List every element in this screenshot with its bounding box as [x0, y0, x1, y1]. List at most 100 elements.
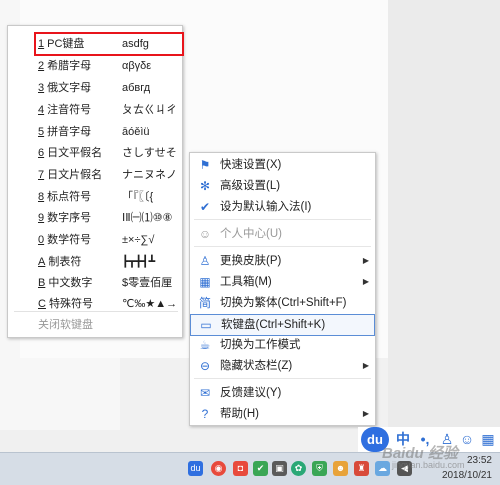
app-tray-icon[interactable]: ◘ — [233, 461, 248, 476]
ime-menu-item[interactable]: ⚑ 快速设置(X) — [190, 155, 375, 175]
leaf-tray-icon[interactable]: ✿ — [291, 461, 306, 476]
soft-keyboard-item[interactable]: 7 日文片假名 ナニヌネノ — [38, 166, 178, 184]
toolbox-icon[interactable]: ▦ — [479, 430, 497, 448]
ime-menu-item[interactable]: ♙ 更换皮肤(P) ▶ — [190, 251, 375, 271]
menu-separator — [14, 311, 178, 312]
flag-icon: ⚑ — [199, 158, 211, 172]
soft-keyboard-item[interactable]: 4 注音符号 ㄆㄊㄍㄐㄔ — [38, 101, 178, 119]
ime-menu-label: 个人中心(U) — [220, 228, 282, 240]
ime-menu-label: 更换皮肤(P) — [220, 255, 282, 267]
menu-separator — [194, 246, 371, 247]
network-tray-icon[interactable]: ☁ — [375, 461, 390, 476]
item-number: 3 — [38, 82, 45, 94]
keyboard-icon: ▭ — [200, 318, 212, 332]
submenu-arrow-icon: ▶ — [362, 409, 369, 418]
ime-menu-label: 隐藏状态栏(Z) — [220, 360, 293, 372]
clock-time[interactable]: 23:52 — [467, 455, 492, 466]
clock-date[interactable]: 2018/10/21 — [442, 470, 492, 481]
item-label: 标点符号 — [47, 191, 92, 203]
soft-keyboard-menu: 1 PC键盘 asdfg 2 希腊字母 αβγδε 3 俄文字母 абвгд 4 注音符号 ㄆㄊㄍㄐㄔ… — [7, 25, 184, 338]
weibo-tray-icon[interactable]: ◉ — [211, 461, 226, 476]
soft-keyboard-item[interactable]: B 中文数字 $零壹佰厘 — [38, 274, 178, 292]
ime-menu-item[interactable]: ▦ 工具箱(M) ▶ — [190, 272, 375, 292]
shield-tray-icon[interactable]: ✔ — [253, 461, 268, 476]
item-label: 日文平假名 — [47, 147, 103, 159]
item-number: A — [38, 256, 46, 268]
item-number: 7 — [38, 169, 45, 181]
item-label: 数字序号 — [47, 212, 92, 224]
item-label: 注音符号 — [47, 104, 92, 116]
ime-menu-item[interactable]: ▭ 软键盘(Ctrl+Shift+K) — [190, 314, 375, 336]
item-label: 俄文字母 — [47, 82, 92, 94]
item-sample: ±×÷∑√ — [122, 234, 155, 246]
item-label: 中文数字 — [48, 277, 93, 289]
check-circle-icon: ✔ — [199, 200, 211, 214]
soft-keyboard-item[interactable]: 6 日文平假名 さしすせそ — [38, 144, 178, 162]
help-icon: ? — [201, 407, 209, 421]
soft-keyboard-item[interactable]: 5 拼音字母 āóěìü — [38, 123, 178, 141]
ime-context-menu: ⚑ 快速设置(X) ✻ 高级设置(L) ✔ 设为默认输入法(I) ☺ 个人中心(U) ♙ 更换皮肤… — [189, 152, 376, 426]
cup-icon: ☕ — [199, 338, 211, 352]
item-number: 4 — [38, 104, 45, 116]
item-label: 希腊字母 — [47, 60, 92, 72]
item-sample: $零壹佰厘 — [122, 277, 173, 289]
ime-menu-item[interactable]: ✉ 反馈建议(Y) — [190, 383, 375, 403]
item-sample: абвгд — [122, 82, 151, 94]
security-tray-icon[interactable]: ⛨ — [312, 461, 327, 476]
item-label: 制表符 — [48, 256, 82, 268]
ime-menu-label: 高级设置(L) — [220, 180, 281, 192]
item-number: 2 — [38, 60, 45, 72]
ime-menu-item[interactable]: ✻ 高级设置(L) — [190, 176, 375, 196]
ime-menu-label: 软键盘(Ctrl+Shift+K) — [221, 319, 326, 331]
mascot-tray-icon[interactable]: ☻ — [333, 461, 348, 476]
submenu-arrow-icon: ▶ — [362, 277, 369, 286]
feedback-icon: ✉ — [199, 386, 211, 400]
item-sample: asdfg — [122, 38, 149, 50]
background-strip — [388, 0, 500, 432]
item-sample: ㄆㄊㄍㄐㄔ — [122, 104, 177, 116]
soft-keyboard-item[interactable]: 1 PC键盘 asdfg — [38, 35, 178, 53]
submenu-arrow-icon: ▶ — [362, 256, 369, 265]
item-number: 9 — [38, 212, 45, 224]
soft-keyboard-item[interactable]: 8 标点符号 「『〖〔{ — [38, 188, 178, 206]
soft-keyboard-item[interactable]: 9 数字序号 ⅠⅡ㈠⑴⑩⑧ — [38, 209, 178, 227]
game-tray-icon[interactable]: ♜ — [354, 461, 369, 476]
ime-menu-item[interactable]: ☕ 切换为工作模式 — [190, 335, 375, 355]
item-number: B — [38, 277, 46, 289]
app2-tray-icon[interactable]: ▣ — [272, 461, 287, 476]
ime-menu-label: 快速设置(X) — [220, 159, 282, 171]
item-sample: ナニヌネノ — [122, 169, 177, 181]
item-number: 1 — [38, 38, 45, 50]
item-number: C — [38, 298, 46, 310]
soft-keyboard-item[interactable]: 0 数学符号 ±×÷∑√ — [38, 231, 178, 249]
ime-menu-label: 切换为繁体(Ctrl+Shift+F) — [220, 297, 347, 309]
gear-icon: ✻ — [199, 179, 211, 193]
ime-menu-item[interactable]: ✔ 设为默认输入法(I) — [190, 197, 375, 217]
item-label: 数学符号 — [47, 234, 92, 246]
soft-keyboard-item[interactable]: 3 俄文字母 абвгд — [38, 79, 178, 97]
submenu-arrow-icon: ▶ — [362, 361, 369, 370]
menu-separator — [194, 219, 371, 220]
soft-keyboard-item[interactable]: 2 希腊字母 αβγδε — [38, 57, 178, 75]
ime-menu-label: 设为默认输入法(I) — [220, 201, 312, 213]
item-number: 5 — [38, 126, 45, 138]
item-sample: ┣┳╋┫┻ — [122, 256, 156, 268]
item-sample: 「『〖〔{ — [122, 191, 154, 203]
item-label: PC键盘 — [47, 38, 85, 50]
soft-keyboard-item[interactable]: A 制表符 ┣┳╋┫┻ — [38, 253, 178, 271]
item-label: 特殊符号 — [48, 298, 93, 310]
item-label: 日文片假名 — [47, 169, 103, 181]
baidu-tray-icon[interactable]: du — [188, 461, 203, 476]
user-icon[interactable]: ☺ — [458, 430, 476, 448]
ime-menu-label: 切换为工作模式 — [220, 339, 301, 351]
item-sample: ⅠⅡ㈠⑴⑩⑧ — [122, 212, 173, 224]
hide-icon: ⊖ — [199, 359, 211, 373]
ime-menu-item[interactable]: ⊖ 隐藏状态栏(Z) ▶ — [190, 356, 375, 376]
ime-menu-item[interactable]: ☺ 个人中心(U) — [190, 224, 375, 244]
item-number: 8 — [38, 191, 45, 203]
ime-menu-item[interactable]: ? 帮助(H) ▶ — [190, 404, 375, 424]
ime-menu-item[interactable]: 简切换为繁体(Ctrl+Shift+F) — [190, 293, 375, 313]
close-soft-keyboard-item[interactable]: 关闭软键盘 — [38, 316, 93, 334]
user-icon: ☺ — [198, 227, 212, 241]
watermark-site: jingyan.baidu.com — [392, 460, 465, 470]
